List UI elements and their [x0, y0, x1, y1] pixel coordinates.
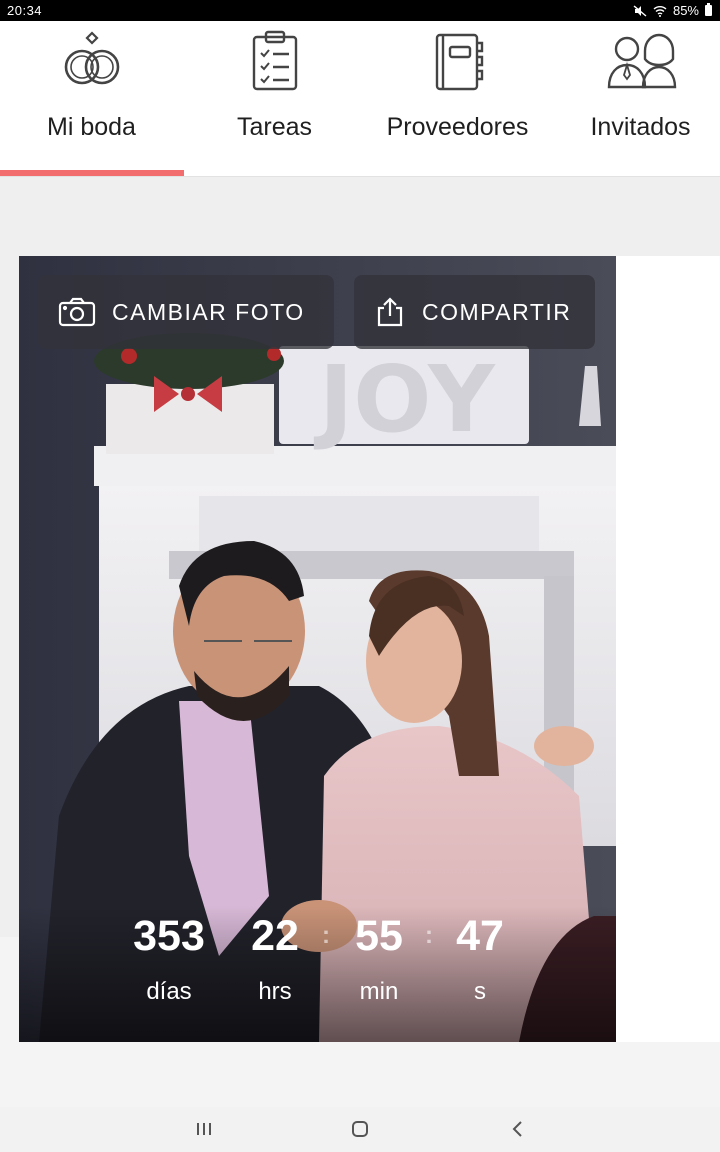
camera-icon: [58, 297, 96, 327]
top-nav: Mi boda Tareas Proveedores Invitados: [0, 21, 720, 177]
status-indicators: 85%: [633, 3, 712, 18]
back-icon[interactable]: [506, 1119, 530, 1139]
tab-label-tareas: Tareas: [236, 113, 313, 141]
status-bar: 20:34 85%: [0, 0, 720, 21]
tab-label-proveedores: Proveedores: [386, 113, 529, 141]
countdown-minutes-label: min: [359, 978, 399, 1005]
mute-icon: [633, 4, 647, 17]
countdown-seconds-label: s: [474, 978, 486, 1005]
change-photo-button[interactable]: CAMBIAR FOTO: [38, 275, 334, 349]
countdown-minutes-value: 55: [355, 912, 403, 960]
android-nav-bar: [0, 1107, 720, 1152]
rings-icon: [57, 29, 127, 93]
countdown-hours-label: hrs: [258, 978, 292, 1005]
countdown-seconds-value: 47: [456, 912, 504, 960]
tab-label-invitados: Invitados: [590, 113, 691, 141]
countdown-hours-value: 22: [251, 912, 299, 960]
tab-tareas[interactable]: Tareas: [183, 21, 366, 176]
checklist-icon: [240, 29, 310, 93]
share-label: COMPARTIR: [422, 298, 572, 325]
home-icon[interactable]: [348, 1119, 372, 1139]
share-icon: [374, 296, 406, 328]
status-time: 20:34: [7, 3, 43, 18]
countdown-days-value: 353: [133, 912, 205, 960]
battery-icon: [705, 3, 712, 16]
wedding-countdown: 353 días 22 hrs : 55 min : 47 s: [19, 906, 616, 1042]
tab-invitados[interactable]: Invitados: [549, 21, 720, 176]
recents-icon[interactable]: [192, 1119, 216, 1139]
countdown-days-label: días: [146, 978, 192, 1005]
svg-text:JOY: JOY: [313, 346, 496, 453]
next-card-peek: [616, 256, 720, 1042]
tab-mi-boda[interactable]: Mi boda: [0, 21, 183, 176]
change-photo-label: CAMBIAR FOTO: [112, 298, 305, 325]
share-button[interactable]: COMPARTIR: [354, 275, 595, 349]
guests-icon: [606, 29, 676, 93]
notebook-icon: [423, 29, 493, 93]
active-tab-indicator: [0, 170, 184, 176]
tab-proveedores[interactable]: Proveedores: [366, 21, 549, 176]
battery-level: 85%: [672, 3, 699, 18]
wifi-icon: [653, 5, 667, 17]
tab-label-mi-boda: Mi boda: [47, 113, 136, 141]
wedding-photo-card: JOY CAMBIAR FOTO COMPARTIR 353 días 22 h…: [19, 256, 616, 1042]
